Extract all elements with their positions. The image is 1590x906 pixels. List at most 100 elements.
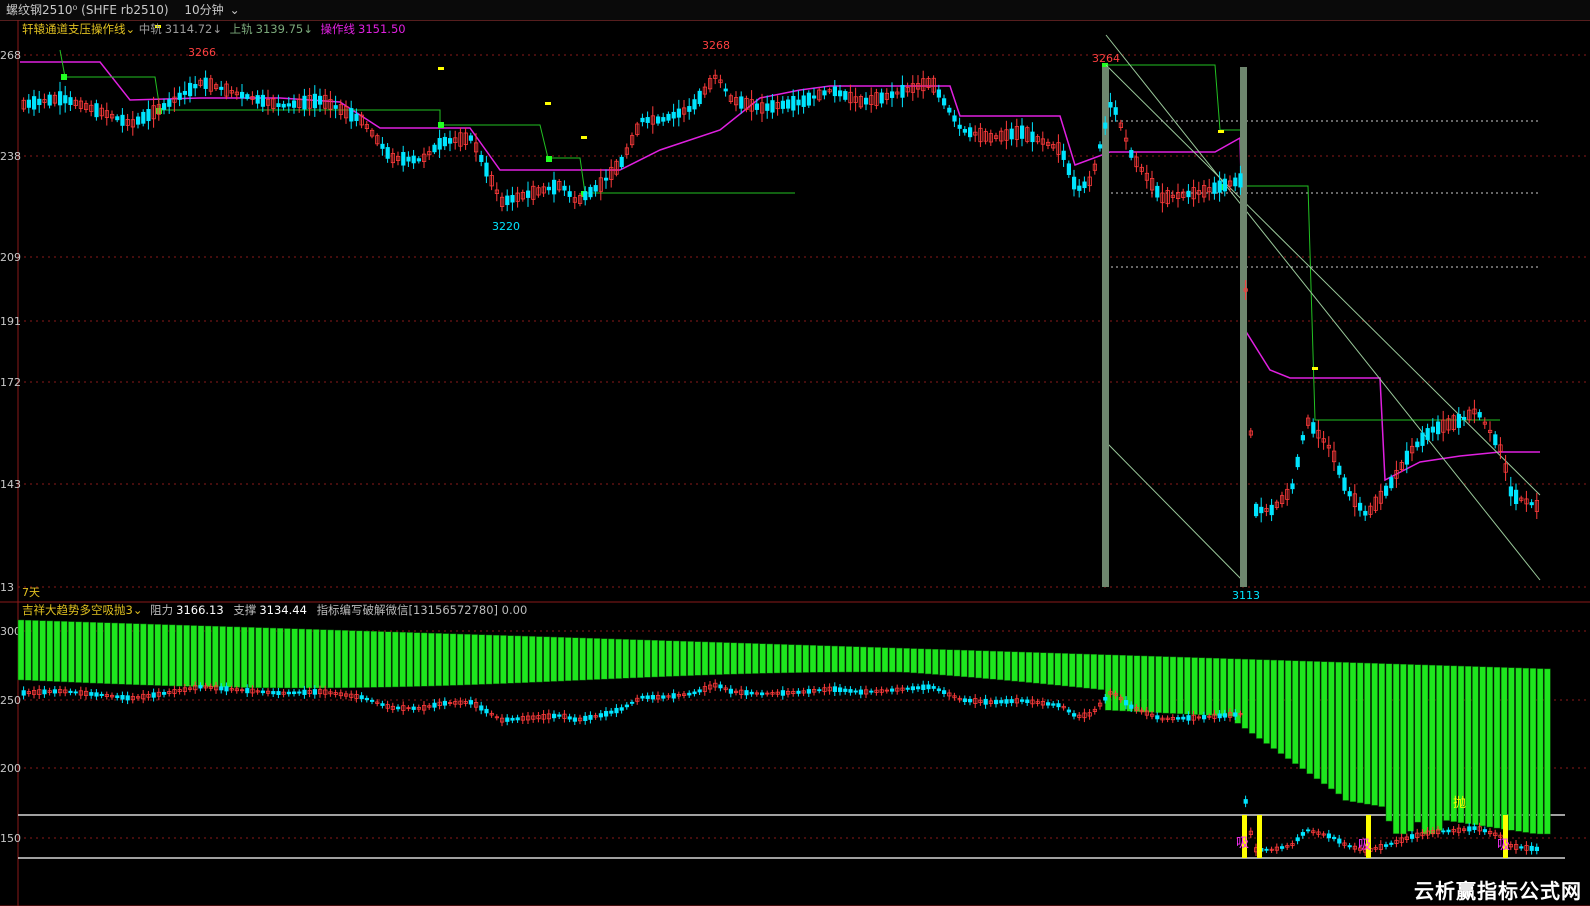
trend-bar: [1176, 656, 1184, 715]
sub-candle-body: [395, 706, 401, 710]
candle-body: [1347, 491, 1352, 497]
candle-body: [1514, 489, 1519, 505]
trend-bar: [428, 632, 435, 687]
trend-bar: [1140, 655, 1148, 713]
trend-bar: [960, 649, 968, 678]
candle-body: [468, 135, 474, 141]
candle-body: [167, 99, 172, 107]
trend-bar: [816, 645, 824, 673]
trend-bar: [176, 624, 183, 687]
sub-note: 指标编写破解微信[13156572780] 0.00: [317, 603, 528, 617]
sub-candle-body: [198, 685, 203, 689]
instrument-title[interactable]: 螺纹钢2510⁰ (SHFE rb2510): [6, 3, 169, 17]
trend-bar: [1529, 668, 1537, 834]
kline-chart[interactable]: 26823820919117214313300250200150 轩辕通道支压操…: [0, 20, 1590, 906]
sub-candle-body: [68, 690, 73, 693]
sub-candle-body: [1243, 799, 1248, 804]
trend-bar: [118, 622, 126, 685]
sub-candle-body: [286, 691, 292, 695]
y-tick-label: 209: [0, 251, 21, 264]
trend-bar: [1479, 666, 1486, 827]
candle-body: [385, 147, 390, 159]
candle-body: [411, 155, 416, 164]
candle-body: [146, 109, 151, 122]
trend-bar: [744, 643, 752, 674]
candle-body: [1212, 182, 1217, 194]
candle-body: [1389, 477, 1394, 489]
buy-signal-label: 吸: [1236, 836, 1249, 851]
trend-bar: [975, 650, 982, 679]
trend-bar: [809, 645, 817, 673]
candle-body: [1072, 176, 1077, 190]
trend-bar: [888, 647, 896, 673]
sub-candle-body: [1233, 712, 1238, 717]
sub-candle-body: [312, 689, 318, 695]
trend-bar: [248, 627, 255, 688]
sub-candle-body: [468, 700, 474, 705]
sub-candle-body: [120, 695, 125, 700]
sub-candle-body: [718, 684, 723, 689]
sup-label: 支撑: [233, 603, 256, 617]
candle-body: [676, 108, 682, 118]
trend-bar: [773, 643, 781, 674]
trend-bar: [838, 646, 846, 673]
candle-body: [302, 95, 307, 110]
sub-candle-body: [1072, 713, 1077, 717]
trend-bar: [190, 625, 198, 687]
trend-bar: [1198, 657, 1206, 716]
sub-candle-body: [749, 691, 754, 695]
trend-bar: [939, 649, 946, 676]
period-selector[interactable]: 10分钟 ⌄: [178, 3, 239, 17]
sub-candle-body: [968, 698, 973, 703]
trend-bar: [1004, 651, 1011, 681]
trend-bar: [334, 629, 342, 689]
sub-candle-body: [931, 686, 936, 689]
candle-body: [1222, 178, 1227, 192]
main-indicator-legend[interactable]: 轩辕通道支压操作线⌄ 中轨 3114.72↓ 上轨 3139.75↓ 操作线 3151…: [22, 22, 406, 36]
candle-body: [32, 96, 37, 110]
sub-candle-body: [369, 699, 375, 702]
trend-bar: [1155, 656, 1162, 714]
sell-signal-label: 抛: [1453, 796, 1466, 811]
trend-bar: [1328, 661, 1335, 790]
trend-bar: [68, 621, 75, 683]
trend-bar: [1342, 662, 1350, 801]
trend-bar: [903, 648, 910, 673]
trend-bar: [831, 645, 838, 673]
sub-candle-body: [630, 701, 635, 704]
trend-bar: [89, 622, 97, 684]
trend-bar: [543, 636, 550, 683]
trend-bar: [1428, 664, 1436, 835]
mid-label: 中轨: [139, 22, 162, 36]
sub-candle-body: [1176, 717, 1181, 720]
trend-bar: [946, 649, 954, 676]
sub-indicator-legend[interactable]: 吉祥大趋势多空吸抛3⌄ 阻力 3166.13 支撑 3134.44 指标编写破解微信…: [22, 603, 527, 617]
trend-bar: [204, 625, 212, 688]
sub-candle-body: [245, 688, 250, 694]
trend-bar: [75, 621, 82, 683]
trend-bar: [161, 624, 169, 686]
trend-bar: [1133, 655, 1141, 712]
trend-bar: [1486, 666, 1494, 828]
trend-bar: [572, 637, 579, 681]
sub-candle-body: [380, 703, 385, 706]
candle-body: [936, 89, 942, 98]
trend-bar: [1277, 660, 1285, 754]
trend-bar: [363, 630, 370, 688]
sub-candle-body: [1186, 715, 1191, 721]
y-tick-label: 238: [0, 150, 21, 163]
sub-candle-body: [1264, 848, 1269, 851]
candle-body: [687, 106, 692, 112]
candle-body: [879, 92, 884, 104]
candle-body: [505, 195, 510, 206]
trend-bar: [1508, 667, 1515, 831]
candle-body: [604, 177, 609, 181]
candle-body: [801, 95, 806, 107]
operation-line: [20, 61, 1540, 482]
sub-candle-body: [744, 690, 749, 696]
vertical-bar: [1240, 67, 1247, 587]
candle-body: [26, 99, 32, 108]
candle-body: [1363, 510, 1368, 516]
trend-bar: [968, 650, 975, 678]
trend-bar: [168, 624, 176, 687]
